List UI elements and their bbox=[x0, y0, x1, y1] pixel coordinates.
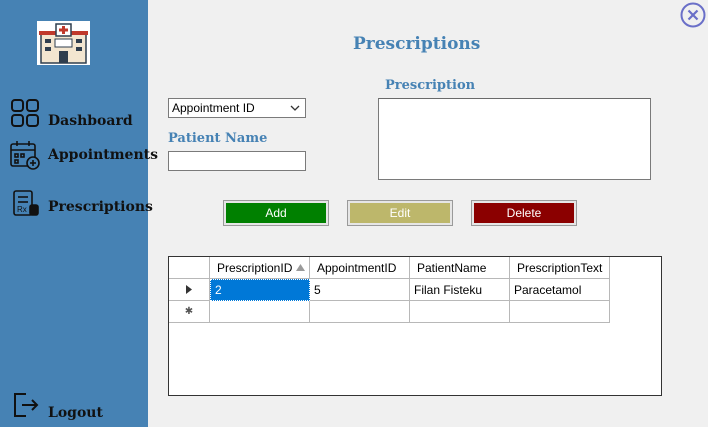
prescriptions-table[interactable]: PrescriptionID AppointmentID PatientName… bbox=[168, 256, 662, 396]
column-header-label: PrescriptionText bbox=[517, 260, 603, 275]
sort-ascending-icon bbox=[296, 264, 305, 271]
prescription-icon: Rx bbox=[8, 186, 42, 220]
sidebar-item-prescriptions[interactable]: Rx Prescriptions bbox=[8, 186, 153, 220]
appointment-id-select[interactable]: Appointment ID bbox=[168, 98, 306, 118]
logout-button[interactable]: Logout bbox=[8, 388, 103, 422]
sidebar: Dashboard Appointments Rx Prescriptions bbox=[0, 0, 158, 427]
edit-button[interactable]: Edit bbox=[347, 200, 453, 226]
new-row-cell[interactable] bbox=[210, 301, 310, 323]
appointment-id-select-value: Appointment ID bbox=[172, 101, 255, 115]
new-row-cell[interactable] bbox=[510, 301, 610, 323]
column-header-prescriptiontext[interactable]: PrescriptionText bbox=[510, 257, 610, 279]
hospital-logo bbox=[37, 21, 90, 65]
calendar-icon bbox=[8, 138, 42, 172]
row-header-corner bbox=[169, 257, 210, 279]
column-header-prescriptionid[interactable]: PrescriptionID bbox=[210, 257, 310, 279]
table-cell-prescriptiontext[interactable]: Paracetamol bbox=[510, 279, 610, 301]
column-header-appointmentid[interactable]: AppointmentID bbox=[310, 257, 410, 279]
dashboard-icon bbox=[8, 96, 42, 130]
new-row-indicator-icon[interactable]: ✱ bbox=[169, 301, 210, 323]
current-row-indicator-icon bbox=[186, 285, 192, 294]
new-row-cell[interactable] bbox=[410, 301, 510, 323]
patient-name-input[interactable] bbox=[168, 151, 306, 171]
delete-button-label: Delete bbox=[474, 203, 574, 223]
hospital-icon bbox=[39, 23, 88, 64]
page-title: Prescriptions bbox=[353, 34, 481, 54]
column-header-label: PatientName bbox=[417, 260, 487, 275]
table-cell-patientname[interactable]: Filan Fisteku bbox=[410, 279, 510, 301]
sidebar-item-appointments[interactable]: Appointments bbox=[8, 138, 158, 172]
logout-icon bbox=[8, 388, 42, 422]
sidebar-item-label: Dashboard bbox=[48, 113, 133, 129]
new-row-cell[interactable] bbox=[310, 301, 410, 323]
logout-label: Logout bbox=[48, 405, 103, 421]
close-icon bbox=[680, 2, 706, 28]
add-button[interactable]: Add bbox=[223, 200, 329, 226]
svg-text:Rx: Rx bbox=[17, 205, 27, 214]
table-cell-prescriptionid[interactable]: 2 bbox=[210, 279, 310, 301]
column-header-label: AppointmentID bbox=[317, 260, 397, 275]
edit-button-label: Edit bbox=[350, 203, 450, 223]
sidebar-item-dashboard[interactable]: Dashboard bbox=[8, 96, 133, 130]
delete-button[interactable]: Delete bbox=[471, 200, 577, 226]
table-cell-appointmentid[interactable]: 5 bbox=[310, 279, 410, 301]
prescription-textarea[interactable] bbox=[378, 98, 651, 180]
add-button-label: Add bbox=[226, 203, 326, 223]
column-header-patientname[interactable]: PatientName bbox=[410, 257, 510, 279]
sidebar-item-label: Prescriptions bbox=[48, 199, 153, 215]
column-header-label: PrescriptionID bbox=[217, 260, 293, 275]
prescription-label: Prescription bbox=[385, 78, 476, 93]
chevron-down-icon bbox=[290, 105, 300, 111]
close-button[interactable] bbox=[680, 2, 706, 28]
sidebar-item-label: Appointments bbox=[48, 147, 158, 163]
row-header-current[interactable] bbox=[169, 279, 210, 301]
patient-name-label: Patient Name bbox=[168, 131, 268, 146]
